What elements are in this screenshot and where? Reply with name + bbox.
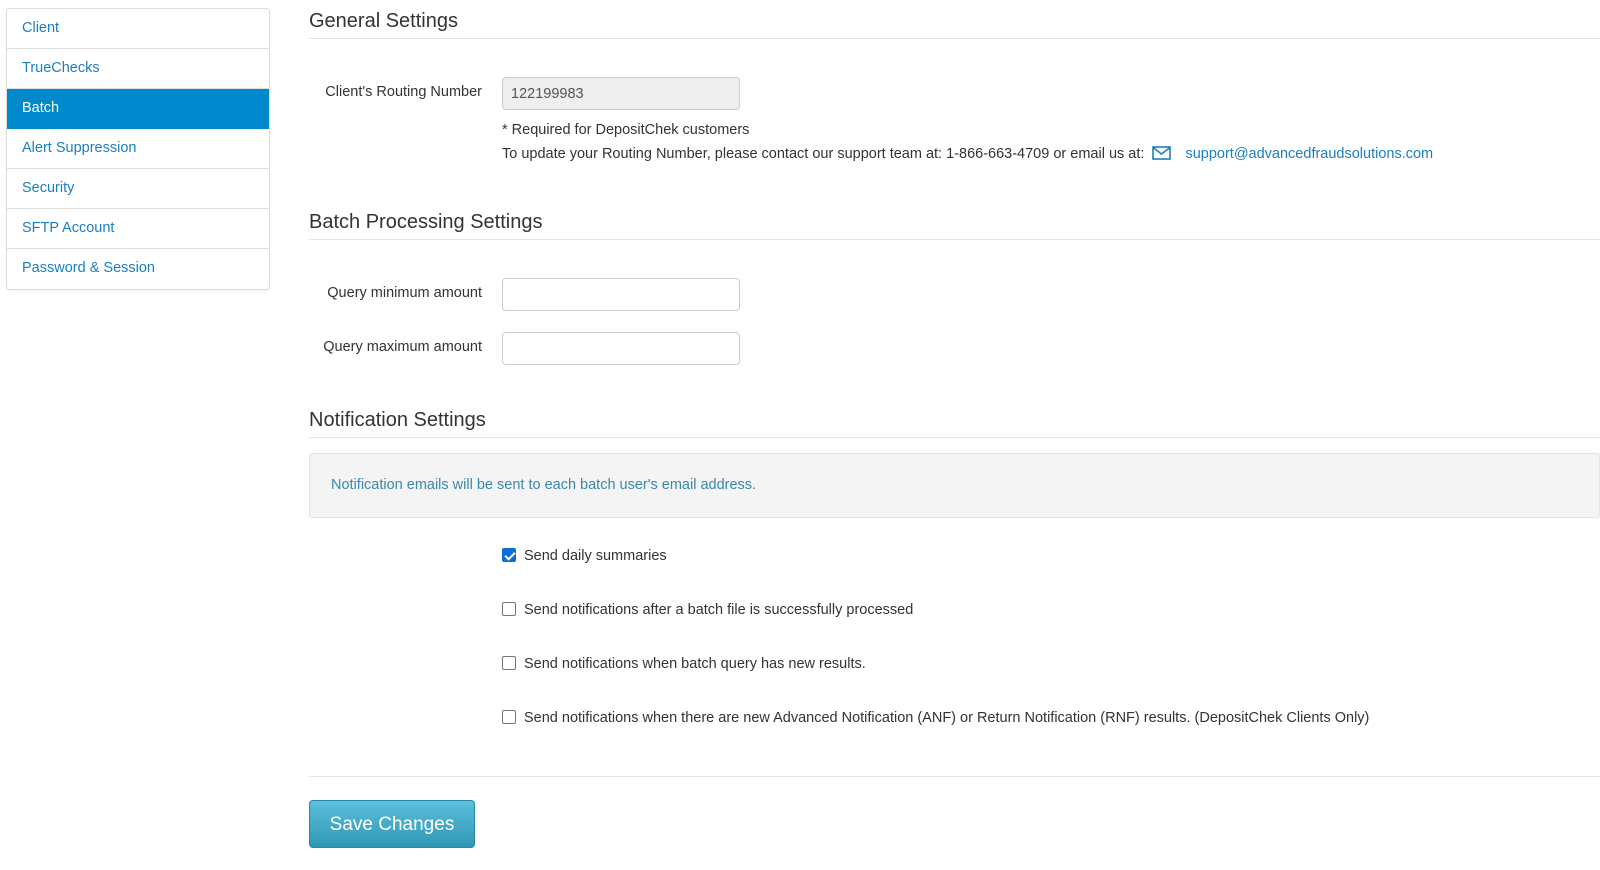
query-min-input[interactable]	[502, 278, 740, 311]
batch-processed-option[interactable]: Send notifications after a batch file is…	[502, 602, 913, 618]
notification-info-alert: Notification emails will be sent to each…	[309, 453, 1600, 518]
sidebar-item-password-session[interactable]: Password & Session	[7, 249, 269, 289]
sidebar-item-sftp-account[interactable]: SFTP Account	[7, 209, 269, 249]
routing-number-label: Client's Routing Number	[325, 84, 482, 100]
required-note: * Required for DepositChek customers	[502, 122, 750, 138]
sidebar-item-truechecks[interactable]: TrueChecks	[7, 49, 269, 89]
new-results-option[interactable]: Send notifications when batch query has …	[502, 656, 866, 672]
envelope-icon	[1152, 146, 1172, 164]
support-note: To update your Routing Number, please co…	[502, 146, 1433, 164]
batch-processed-label: Send notifications after a batch file is…	[524, 602, 914, 618]
query-max-label: Query maximum amount	[323, 339, 482, 355]
sidebar-item-client[interactable]: Client	[7, 9, 269, 49]
new-results-label: Send notifications when batch query has …	[524, 656, 866, 672]
batch-processing-heading: Batch Processing Settings	[309, 211, 1600, 240]
anf-rnf-label: Send notifications when there are new Ad…	[524, 710, 1370, 726]
support-note-text: To update your Routing Number, please co…	[502, 146, 1145, 162]
anf-rnf-checkbox[interactable]	[502, 710, 516, 724]
notification-settings-heading: Notification Settings	[309, 409, 1600, 438]
general-settings-heading: General Settings	[309, 10, 1600, 39]
daily-summaries-option[interactable]: Send daily summaries	[502, 548, 667, 564]
daily-summaries-checkbox[interactable]	[502, 548, 516, 562]
sidebar-item-security[interactable]: Security	[7, 169, 269, 209]
sidebar-item-alert-suppression[interactable]: Alert Suppression	[7, 129, 269, 169]
batch-processed-checkbox[interactable]	[502, 602, 516, 616]
main-content: General Settings Client's Routing Number…	[309, 0, 1600, 870]
query-max-input[interactable]	[502, 332, 740, 365]
anf-rnf-option[interactable]: Send notifications when there are new Ad…	[502, 710, 1369, 726]
settings-sidebar: Client TrueChecks Batch Alert Suppressio…	[6, 8, 270, 290]
notification-info-text: Notification emails will be sent to each…	[331, 477, 757, 493]
save-changes-button[interactable]: Save Changes	[309, 800, 475, 848]
form-actions-divider	[309, 776, 1600, 777]
daily-summaries-label: Send daily summaries	[524, 548, 667, 564]
routing-number-input[interactable]	[502, 77, 740, 110]
sidebar-item-batch[interactable]: Batch	[7, 89, 269, 129]
query-min-label: Query minimum amount	[327, 285, 482, 301]
support-email-link[interactable]: support@advancedfraudsolutions.com	[1185, 146, 1433, 162]
new-results-checkbox[interactable]	[502, 656, 516, 670]
